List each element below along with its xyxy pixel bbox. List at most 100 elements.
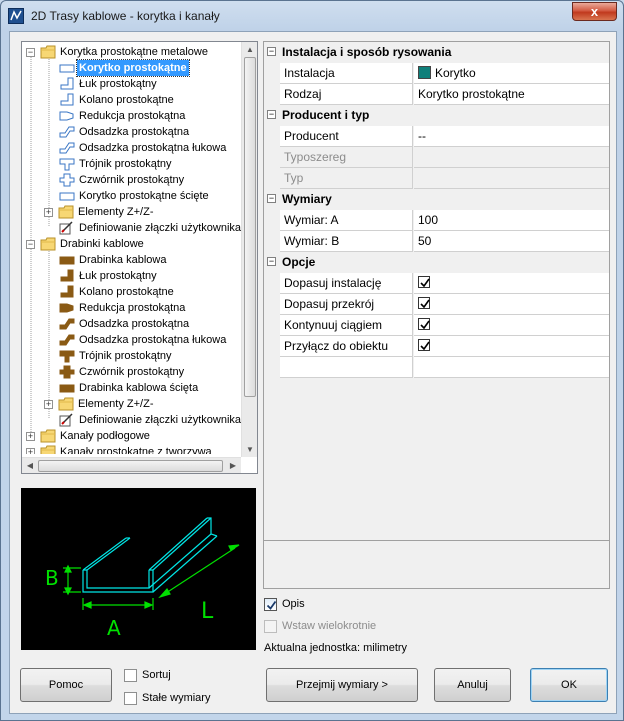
- tree-item[interactable]: + Kanały podłogowe: [22, 428, 241, 444]
- prop-producent[interactable]: Producent --: [264, 126, 609, 147]
- offset-icon: [59, 125, 75, 139]
- element-tree[interactable]: − Korytka prostokątne metalowe Korytko pro…: [21, 41, 258, 474]
- category-options[interactable]: − Opcje: [264, 252, 609, 273]
- expand-icon[interactable]: +: [26, 448, 35, 454]
- tree-item-label: Definiowanie złączki użytkownika: [79, 222, 241, 234]
- prop-dopasuj-przekroj[interactable]: Dopasuj przekrój: [264, 294, 609, 315]
- prop-dim-b[interactable]: Wymiar: B 50: [264, 231, 609, 252]
- collapse-icon[interactable]: −: [26, 240, 35, 249]
- scroll-up-icon[interactable]: ▲: [242, 42, 257, 57]
- tree-item[interactable]: Trójnik prostokątny: [22, 156, 241, 172]
- tree-item-label: Trójnik prostokątny: [79, 158, 172, 170]
- tree-vscroll-thumb[interactable]: [244, 57, 256, 397]
- prop-kontynuuj-ciagiem[interactable]: Kontynuuj ciągiem: [264, 315, 609, 336]
- prop-dim-a[interactable]: Wymiar: A 100: [264, 210, 609, 231]
- category-dimensions[interactable]: − Wymiary: [264, 189, 609, 210]
- tree-item[interactable]: Kolano prostokątne: [22, 284, 241, 300]
- tree-item[interactable]: Drabinka kablowa ścięta: [22, 380, 241, 396]
- expand-icon[interactable]: +: [44, 208, 53, 217]
- tree-item[interactable]: Definiowanie złączki użytkownika: [22, 412, 241, 428]
- tree-item-label: Korytko prostokątne ścięte: [79, 190, 209, 202]
- checkbox-unchecked-icon[interactable]: [124, 669, 137, 682]
- folder-icon: [40, 237, 56, 251]
- tree-item[interactable]: Odsadzka prostokątna: [22, 124, 241, 140]
- tree-item[interactable]: + Elementy Z+/Z-: [22, 396, 241, 412]
- tree-item[interactable]: Łuk prostokątny: [22, 268, 241, 284]
- checkbox-checked-icon[interactable]: [264, 598, 277, 611]
- checkbox-checked-icon[interactable]: [418, 297, 430, 309]
- property-grid[interactable]: − Instalacja i sposób rysowania Instalac…: [263, 41, 610, 589]
- expand-icon[interactable]: +: [26, 432, 35, 441]
- ladder-cut-icon: [59, 381, 75, 395]
- collapse-icon[interactable]: −: [267, 47, 276, 56]
- scroll-left-icon[interactable]: ◀: [22, 458, 38, 473]
- dialog-window: 2D Trasy kablowe - korytka i kanały x − K…: [0, 0, 624, 721]
- collapse-icon[interactable]: −: [267, 257, 276, 266]
- tree-item-label: Kolano prostokątne: [79, 94, 174, 106]
- title-bar[interactable]: 2D Trasy kablowe - korytka i kanały x: [1, 1, 623, 31]
- app-icon: [8, 8, 24, 24]
- elbow-icon: [59, 77, 75, 91]
- checkbox-checked-icon[interactable]: [418, 339, 430, 351]
- tree-item[interactable]: − Korytka prostokątne metalowe: [22, 44, 241, 60]
- tree-item-label: Korytko prostokątne: [76, 59, 190, 77]
- tee-icon: [59, 157, 75, 171]
- checkbox-checked-icon[interactable]: [418, 276, 430, 288]
- tree-item-label: Definiowanie złączki użytkownika: [79, 414, 241, 426]
- help-button[interactable]: Pomoc: [20, 668, 112, 702]
- tree-item[interactable]: Redukcja prostokątna: [22, 108, 241, 124]
- collapse-icon[interactable]: −: [26, 48, 35, 57]
- tree-item[interactable]: Kolano prostokątne: [22, 92, 241, 108]
- tree-vertical-scrollbar[interactable]: ▲ ▼: [241, 42, 257, 457]
- tree-item[interactable]: Odsadzka prostokątna: [22, 316, 241, 332]
- tree-item[interactable]: Czwórnik prostokątny: [22, 172, 241, 188]
- ok-button[interactable]: OK: [530, 668, 608, 702]
- prop-dopasuj-instalacje[interactable]: Dopasuj instalację: [264, 273, 609, 294]
- prop-instalacja-value[interactable]: Korytko: [414, 63, 609, 84]
- prop-instalacja[interactable]: Instalacja Korytko: [264, 63, 609, 84]
- take-dimensions-button[interactable]: Przejmij wymiary >: [266, 668, 418, 702]
- tree-item[interactable]: Odsadzka prostokątna łukowa: [22, 332, 241, 348]
- prop-przylacz-do-obiektu[interactable]: Przyłącz do obiektu: [264, 336, 609, 357]
- close-icon: x: [590, 4, 599, 19]
- tree-item[interactable]: Odsadzka prostokątna łukowa: [22, 140, 241, 156]
- scroll-right-icon[interactable]: ▶: [225, 458, 241, 473]
- category-installation[interactable]: − Instalacja i sposób rysowania: [264, 42, 609, 63]
- tree-hscroll-thumb[interactable]: [38, 460, 223, 472]
- tray-cut-icon: [59, 189, 75, 203]
- tree-item-label: Odsadzka prostokątna: [79, 318, 190, 330]
- category-producer[interactable]: − Producent i typ: [264, 105, 609, 126]
- checkbox-unchecked-icon[interactable]: [124, 692, 137, 705]
- cancel-button[interactable]: Anuluj: [434, 668, 511, 702]
- scroll-down-icon[interactable]: ▼: [242, 442, 257, 457]
- ladder-tee-icon: [59, 349, 75, 363]
- tree-item[interactable]: + Elementy Z+/Z-: [22, 204, 241, 220]
- tree-item-label: Kanały prostokątne z tworzywa: [60, 446, 212, 454]
- prop-rodzaj[interactable]: Rodzaj Korytko prostokątne: [264, 84, 609, 105]
- tree-item[interactable]: Definiowanie złączki użytkownika: [22, 220, 241, 236]
- close-button[interactable]: x: [572, 2, 617, 21]
- current-unit-label: Aktualna jednostka: milimetry: [264, 642, 408, 654]
- dialog-client-area: − Korytka prostokątne metalowe Korytko pro…: [9, 31, 617, 714]
- tree-item[interactable]: − Drabinki kablowe: [22, 236, 241, 252]
- tree-item[interactable]: Łuk prostokątny: [22, 76, 241, 92]
- expand-icon[interactable]: +: [44, 400, 53, 409]
- collapse-icon[interactable]: −: [267, 194, 276, 203]
- tree-item[interactable]: Czwórnik prostokątny: [22, 364, 241, 380]
- ladder-cross-icon: [59, 365, 75, 379]
- tree-item[interactable]: + Kanały prostokątne z tworzywa: [22, 444, 241, 454]
- tree-item[interactable]: Redukcja prostokątna: [22, 300, 241, 316]
- tree-item[interactable]: Korytko prostokątne ścięte: [22, 188, 241, 204]
- tree-horizontal-scrollbar[interactable]: ◀ ▶: [22, 457, 241, 473]
- dim-b-label: B: [45, 566, 59, 590]
- tree-item-label: Czwórnik prostokątny: [79, 366, 185, 378]
- tree-item[interactable]: Drabinka kablowa: [22, 252, 241, 268]
- tree-item[interactable]: Korytko prostokątne: [22, 59, 241, 77]
- tree-item[interactable]: Trójnik prostokątny: [22, 348, 241, 364]
- tree-item-label: Kolano prostokątne: [79, 286, 174, 298]
- tree-item-label: Kanały podłogowe: [60, 430, 150, 442]
- tree-item-label: Drabinka kablowa: [79, 254, 167, 266]
- checkbox-checked-icon[interactable]: [418, 318, 430, 330]
- collapse-icon[interactable]: −: [267, 110, 276, 119]
- dim-a-label: A: [107, 616, 121, 640]
